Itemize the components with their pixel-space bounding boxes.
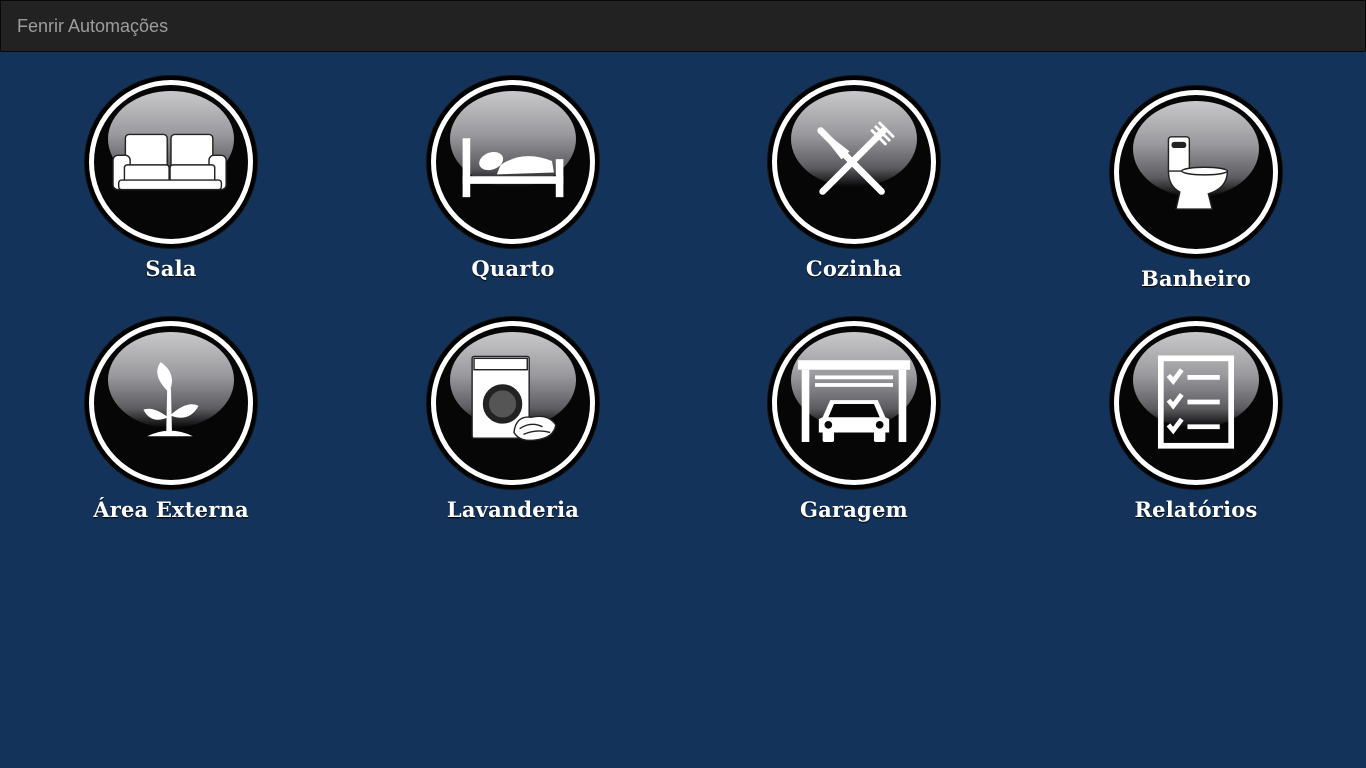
room-label-quarto: Quarto (471, 256, 555, 281)
room-tile-garagem[interactable]: Garagem (744, 317, 964, 532)
room-tile-lavanderia[interactable]: Lavanderia (403, 317, 623, 532)
room-tile-banheiro[interactable]: Banheiro (1086, 86, 1306, 301)
room-button-banheiro[interactable] (1110, 86, 1282, 258)
room-button-lavanderia[interactable] (427, 317, 599, 489)
sofa-icon (112, 133, 227, 191)
room-button-garagem[interactable] (768, 317, 940, 489)
room-label-lavanderia: Lavanderia (446, 497, 580, 522)
room-label-relatorios: Relatórios (1134, 497, 1258, 522)
fork-knife-icon (817, 121, 895, 195)
washing-machine-icon (471, 355, 557, 442)
toilet-icon (1167, 136, 1229, 210)
room-label-garagem: Garagem (800, 497, 908, 522)
room-label-area-externa: Área Externa (93, 497, 249, 522)
room-label-banheiro: Banheiro (1141, 266, 1251, 291)
room-button-quarto[interactable] (427, 76, 599, 248)
top-navbar: Fenrir Automações (0, 0, 1366, 52)
garage-car-icon (797, 360, 911, 442)
room-tile-sala[interactable]: Sala (61, 76, 281, 291)
room-label-sala: Sala (145, 256, 197, 281)
checklist-icon (1157, 355, 1235, 449)
room-label-cozinha: Cozinha (805, 256, 903, 281)
room-button-area-externa[interactable] (85, 317, 257, 489)
room-tile-area-externa[interactable]: Área Externa (61, 317, 281, 532)
room-button-sala[interactable] (85, 76, 257, 248)
room-button-cozinha[interactable] (768, 76, 940, 248)
room-tile-relatorios[interactable]: Relatórios (1086, 317, 1306, 532)
plant-icon (143, 362, 199, 437)
room-tile-quarto[interactable]: Quarto (403, 76, 623, 291)
app-title-link[interactable]: Fenrir Automações (17, 16, 168, 36)
room-tile-cozinha[interactable]: Cozinha (744, 76, 964, 291)
bed-icon (462, 138, 564, 198)
room-button-relatorios[interactable] (1110, 317, 1282, 489)
